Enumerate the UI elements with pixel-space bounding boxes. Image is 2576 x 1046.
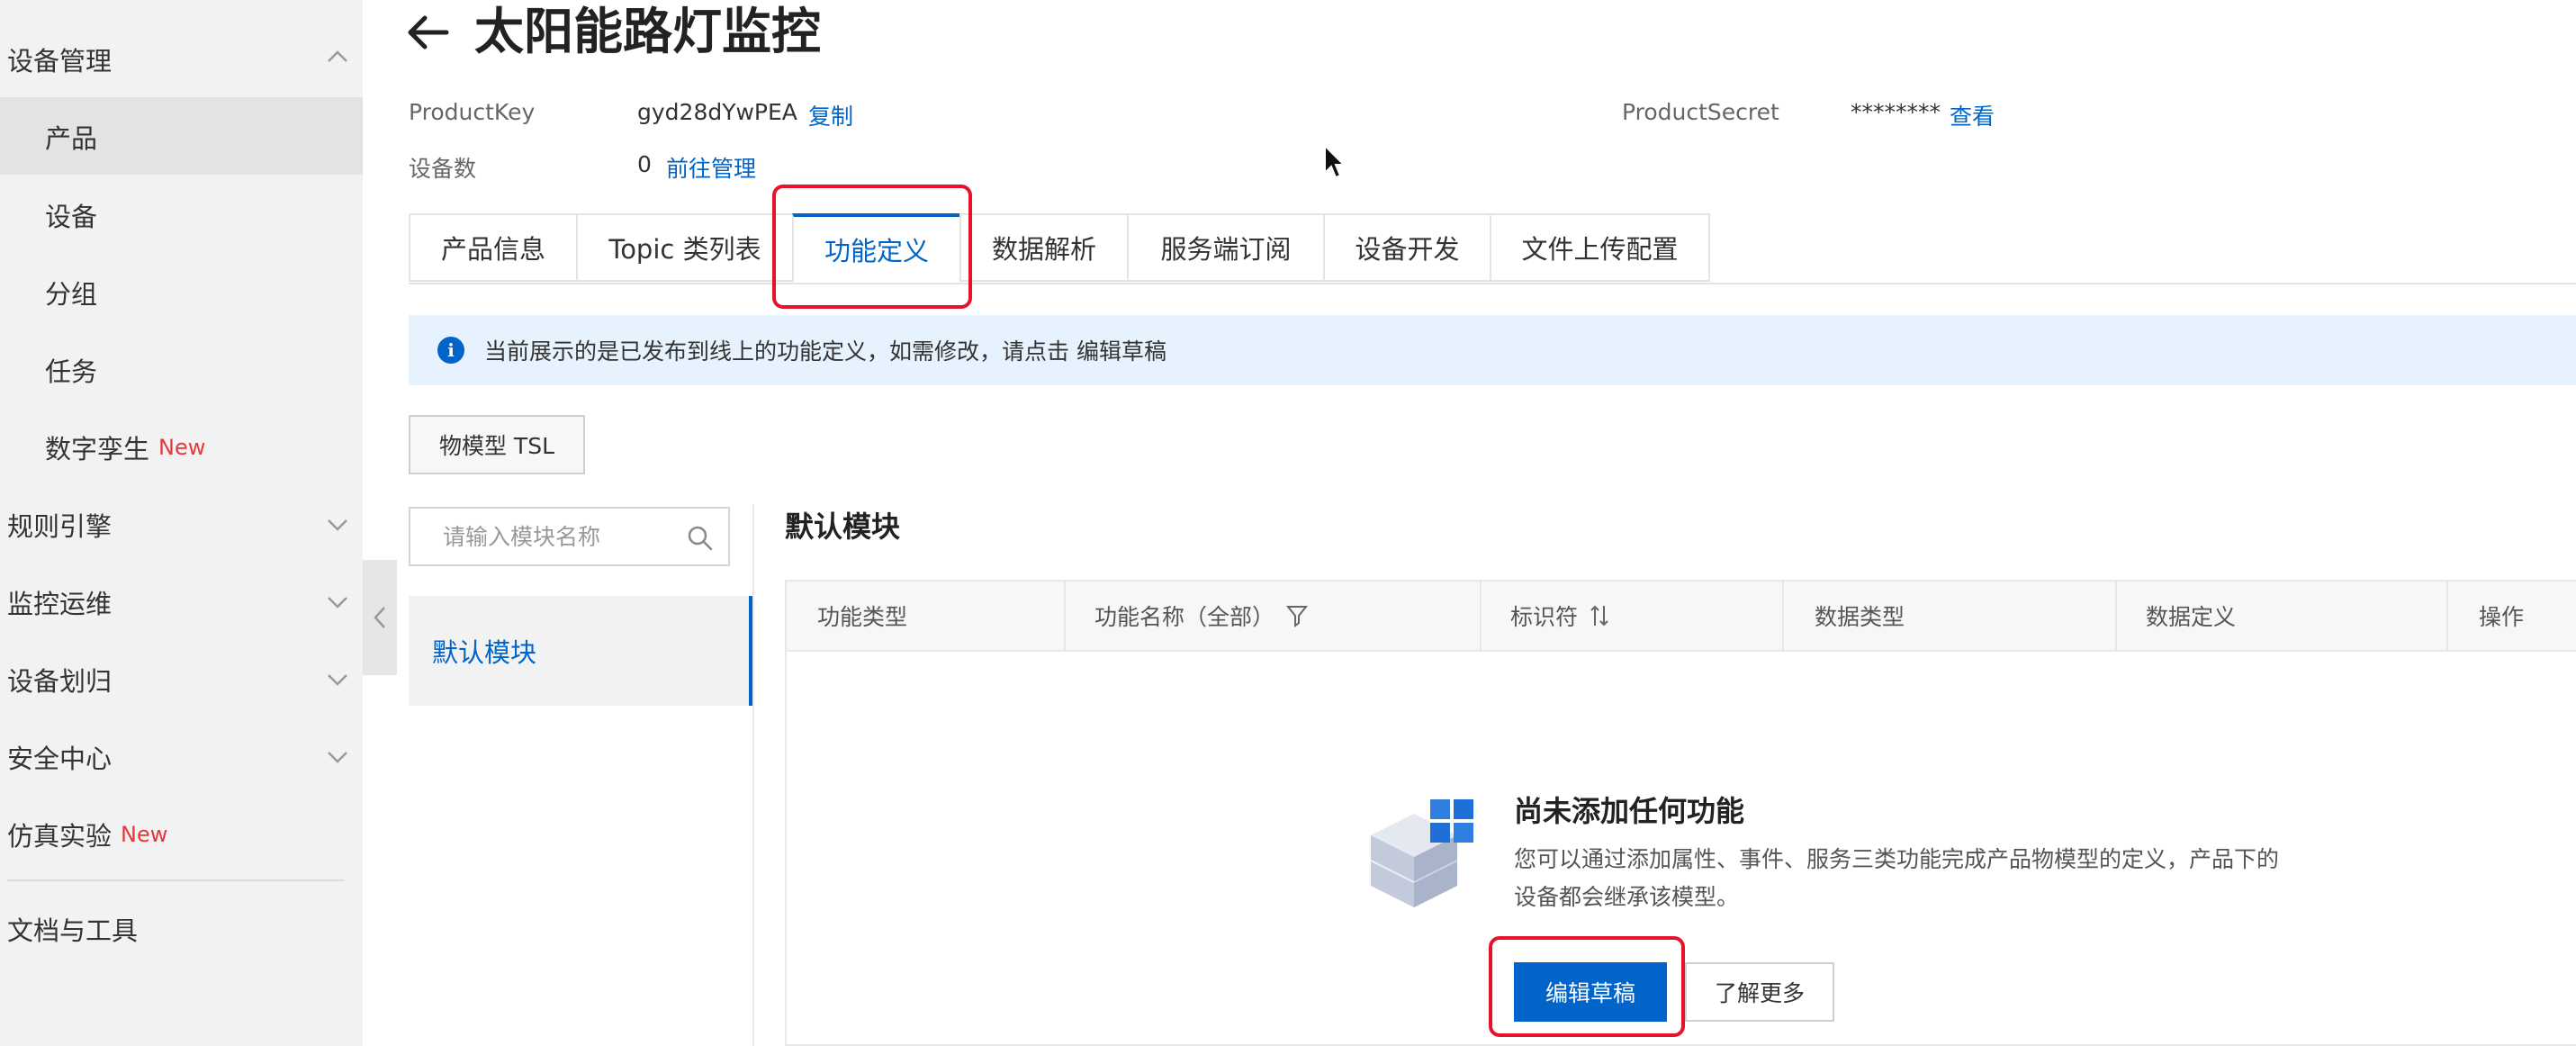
sidebar-section-simulation[interactable]: 仿真实验 New [7,797,167,872]
table-header: 功能类型 功能名称（全部） 标识符 数据类型 数据定义 操作 [787,582,2576,652]
sidebar-section-monitoring[interactable]: 监控运维 [7,564,363,640]
sidebar-section-label: 设备管理 [7,46,113,77]
sidebar-item-label: 任务 [45,356,98,387]
chevron-down-icon [327,751,347,769]
empty-state-title: 尚未添加任何功能 [1514,794,1745,828]
chevron-down-icon [327,518,347,537]
sidebar-item-label: 分组 [45,279,98,310]
column-header-identifier[interactable]: 标识符 [1510,582,1610,650]
new-badge: New [158,435,206,460]
chevron-left-icon [374,607,385,628]
sidebar-item-device[interactable]: 设备 [45,177,97,253]
sidebar-section-label: 安全中心 [7,744,113,774]
tab-label: Topic 类列表 [608,234,761,265]
sidebar-item-task[interactable]: 任务 [45,332,97,408]
search-icon[interactable] [687,525,714,552]
manage-devices-link[interactable]: 前往管理 [666,151,756,184]
tsl-button[interactable]: 物模型 TSL [409,415,585,474]
sidebar-section-label: 设备划归 [7,666,113,697]
tab-file-upload-config[interactable]: 文件上传配置 [1490,213,1710,282]
sidebar-section-device-assignment[interactable]: 设备划归 [7,642,363,717]
column-header-function-type: 功能类型 [817,604,908,630]
sidebar-item-group[interactable]: 分组 [45,255,97,330]
tab-label: 产品信息 [440,234,545,265]
view-secret-link[interactable]: 查看 [1950,99,1995,131]
column-header-data-definition: 数据定义 [2146,604,2237,630]
edit-draft-link[interactable]: 编辑草稿 [1076,334,1166,366]
module-panel-divider [752,504,754,1046]
annotation-highlight-tab [772,185,972,309]
page-title: 太阳能路灯监控 [474,3,822,60]
sidebar-item-label: 设备 [45,202,98,232]
sidebar-item-product[interactable]: 产品 [45,99,97,175]
filter-icon[interactable] [1285,603,1309,628]
new-badge: New [121,822,168,847]
info-banner: i 当前展示的是已发布到线上的功能定义，如需修改，请点击 编辑草稿 [409,315,2576,385]
learn-more-button[interactable]: 了解更多 [1685,962,1834,1022]
sidebar-section-label: 文档与工具 [7,915,139,946]
tab-bar: 产品信息 Topic 类列表 功能定义 数据解析 服务端订阅 设备开发 文件上传… [409,213,1710,284]
tab-device-development[interactable]: 设备开发 [1323,213,1490,282]
column-separator [2446,582,2448,650]
column-separator [1782,582,1784,650]
product-key-value: gyd28dYwPEA [637,99,797,125]
sidebar-section-label: 规则引擎 [7,511,113,542]
tab-label: 数据解析 [991,234,1096,265]
info-banner-text: 当前展示的是已发布到线上的功能定义，如需修改，请点击 [484,338,1070,365]
column-header-function-name[interactable]: 功能名称（全部） [1094,582,1309,650]
empty-state-illustration [1364,789,1482,915]
sidebar-section-label: 监控运维 [7,589,113,619]
column-header-data-type: 数据类型 [1815,604,1905,630]
sidebar-item-label: 数字孪生 [45,434,150,464]
column-separator [1480,582,1482,650]
mouse-cursor-icon [1323,143,1347,180]
sidebar-section-label: 仿真实验 [7,821,113,852]
annotation-highlight-button [1489,936,1685,1037]
section-title: 默认模块 [785,509,901,544]
tab-server-subscription[interactable]: 服务端订阅 [1127,213,1323,282]
tab-topic-list[interactable]: Topic 类列表 [576,213,792,282]
chevron-down-icon [327,673,347,691]
copy-link[interactable]: 复制 [808,99,853,131]
sidebar-section-device-management[interactable]: 设备管理 [7,22,363,97]
sidebar-divider [7,879,345,881]
tab-bar-baseline [409,283,2576,284]
tab-product-info[interactable]: 产品信息 [409,213,576,282]
module-search-box [409,507,730,566]
tab-label: 文件上传配置 [1521,234,1679,265]
tab-label: 设备开发 [1355,234,1460,265]
sidebar-collapse-handle[interactable] [363,560,397,675]
sidebar-item-digital-twin[interactable]: 数字孪生 New [45,410,205,485]
device-count-value: 0 [637,151,652,177]
tab-data-parsing[interactable]: 数据解析 [959,213,1127,282]
product-key-label: ProductKey [409,99,536,125]
chevron-up-icon [327,50,347,68]
sidebar-section-docs-tools[interactable]: 文档与工具 [7,891,138,967]
module-list-item[interactable]: 默认模块 [409,596,752,706]
product-secret-value: ******** [1851,99,1941,125]
product-secret-label: ProductSecret [1622,99,1779,125]
module-item-label: 默认模块 [432,637,537,668]
back-arrow-icon[interactable] [405,13,455,59]
sidebar-section-security-center[interactable]: 安全中心 [7,719,363,795]
empty-state-description: 您可以通过添加属性、事件、服务三类功能完成产品物模型的定义，产品下的设备都会继承… [1514,846,2280,910]
sidebar-section-rules-engine[interactable]: 规则引擎 [7,487,363,563]
info-icon: i [437,337,464,364]
device-count-label: 设备数 [409,156,477,182]
sidebar: 设备管理 产品 设备 分组 任务 数字孪生 New 规则引擎 监控运维 设备划归 [0,0,363,1046]
module-search-input[interactable] [441,522,670,551]
sort-icon[interactable] [1589,604,1610,627]
sidebar-item-label: 产品 [45,123,98,154]
column-header-actions: 操作 [2479,604,2525,630]
column-separator [2115,582,2117,650]
column-separator [1064,582,1066,650]
tab-label: 服务端订阅 [1160,234,1292,265]
chevron-down-icon [327,596,347,614]
